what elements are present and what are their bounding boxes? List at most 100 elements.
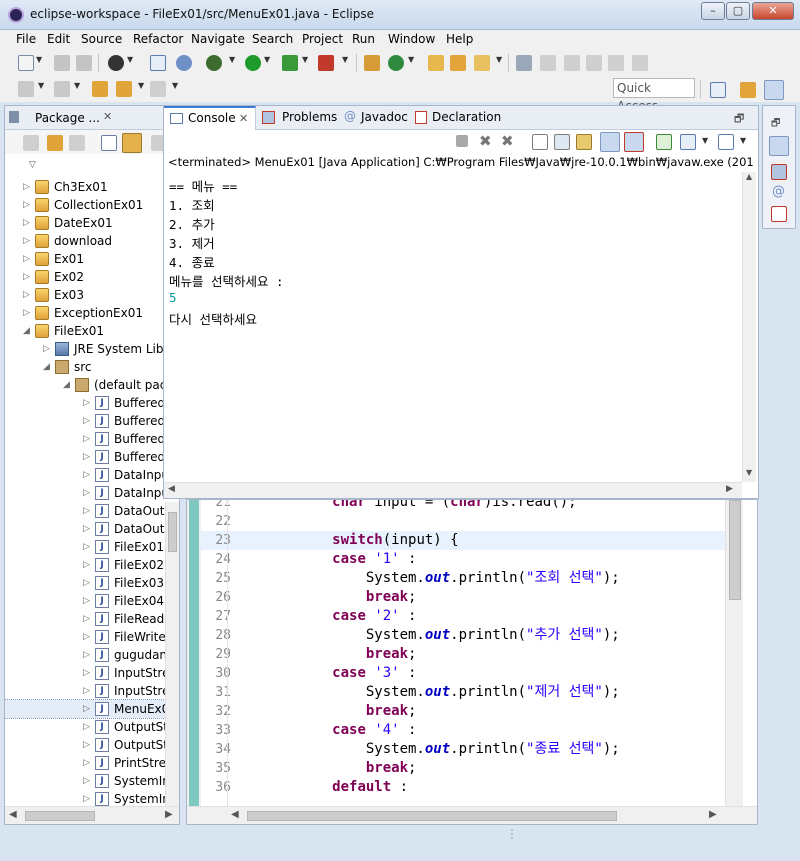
status-bar-handle[interactable]: ⋮ (506, 828, 518, 840)
tree-item[interactable]: ▷ J InputStre (5, 682, 165, 700)
new-class-dropdown-icon[interactable]: ▼ (408, 55, 414, 64)
toggle-mark-icon[interactable] (516, 55, 532, 71)
collapsed-twisty-icon[interactable]: ▷ (83, 646, 90, 664)
code-line[interactable]: 32 break; (201, 702, 725, 721)
code-line[interactable]: 36 default : (201, 778, 725, 797)
skip-breakpoints-icon[interactable] (176, 55, 192, 71)
remove-all-terminated-icon[interactable]: ✖ (501, 132, 514, 150)
tree-item[interactable]: ▷ J DataInpu (5, 484, 165, 502)
display-console-icon[interactable] (680, 134, 696, 150)
next-annotation-dropdown-icon[interactable]: ▼ (38, 81, 44, 90)
tree-item[interactable]: ▷ Ex03 (5, 286, 165, 304)
search-icon[interactable] (474, 55, 490, 71)
collapsed-twisty-icon[interactable]: ▷ (83, 592, 90, 610)
collapsed-twisty-icon[interactable]: ▷ (83, 484, 90, 502)
tab-console[interactable]: Console ✕ (164, 106, 256, 130)
back-dropdown-icon[interactable]: ▼ (138, 81, 144, 90)
clear-console-icon[interactable] (532, 134, 548, 150)
scroll-thumb[interactable] (729, 500, 741, 600)
declaration-icon[interactable] (771, 206, 787, 222)
collapsed-twisty-icon[interactable]: ▷ (83, 790, 90, 806)
scroll-left-icon[interactable]: ◀ (9, 809, 17, 820)
new-dropdown-icon[interactable]: ▼ (36, 55, 42, 64)
menu-edit[interactable]: Edit (47, 32, 70, 46)
show-on-stdout-icon[interactable] (600, 132, 620, 152)
open-console-icon[interactable] (718, 134, 734, 150)
collapsed-twisty-icon[interactable]: ▷ (83, 466, 90, 484)
tab-problems[interactable]: Problems (282, 110, 337, 124)
tree-vertical-scrollbar[interactable] (165, 502, 179, 806)
tree-item[interactable]: ▷ J SystemIn (5, 772, 165, 790)
collapsed-twisty-icon[interactable]: ▷ (83, 538, 90, 556)
tree-item[interactable]: ▷ Ex02 (5, 268, 165, 286)
code-line[interactable]: 27 case '2' : (201, 607, 725, 626)
collapsed-twisty-icon[interactable]: ▷ (83, 394, 90, 412)
tree-item[interactable]: ▷ download (5, 232, 165, 250)
tree-item[interactable]: ▷ Jgugudan (5, 646, 165, 664)
tree-item[interactable]: ◢ FileEx01 (5, 322, 165, 340)
link-with-editor-icon[interactable] (122, 133, 142, 153)
scroll-lock-icon[interactable] (554, 134, 570, 150)
editor-vertical-scrollbar[interactable] (725, 500, 743, 806)
menu-search[interactable]: Search (252, 32, 293, 46)
back-icon[interactable] (23, 135, 39, 151)
word-wrap-icon[interactable] (586, 55, 602, 71)
console-view-icon[interactable] (150, 55, 166, 71)
expanded-twisty-icon[interactable]: ◢ (63, 376, 70, 394)
collapsed-twisty-icon[interactable]: ▷ (83, 718, 90, 736)
package-explorer-tab[interactable]: Package ... (35, 111, 100, 125)
coverage-dropdown-icon[interactable]: ▼ (302, 55, 308, 64)
tree-item[interactable]: ▷ Ch3Ex01 (5, 178, 165, 196)
run-icon[interactable] (245, 55, 261, 71)
tree-item[interactable]: ▷ J Buffered (5, 412, 165, 430)
maximize-button[interactable]: ▢ (726, 2, 750, 20)
collapsed-twisty-icon[interactable]: ▷ (83, 610, 90, 628)
code-line[interactable]: 34 System.out.println("종료 선택"); (201, 740, 725, 759)
save-icon[interactable] (54, 55, 70, 71)
java-perspective-icon[interactable] (764, 80, 784, 100)
tree-item[interactable]: ▷ J FileWriter (5, 628, 165, 646)
collapse-all-icon[interactable] (101, 135, 117, 151)
collapsed-twisty-icon[interactable]: ▷ (83, 628, 90, 646)
prev-annotation-dropdown-icon[interactable]: ▼ (74, 81, 80, 90)
search-dropdown-icon[interactable]: ▼ (496, 55, 502, 64)
code-line[interactable]: 35 break; (201, 759, 725, 778)
tree-item[interactable]: ▷ J Buffered (5, 430, 165, 448)
scroll-right-icon[interactable]: ▶ (709, 809, 717, 820)
tree-item[interactable]: ▷ J FileEx01. (5, 538, 165, 556)
collapsed-twisty-icon[interactable]: ▷ (83, 412, 90, 430)
tab-javadoc[interactable]: Javadoc (361, 110, 408, 124)
debug-icon[interactable] (206, 55, 222, 71)
scroll-thumb[interactable] (168, 512, 177, 552)
scroll-left-icon[interactable]: ◀ (168, 484, 175, 494)
collapsed-twisty-icon[interactable]: ▷ (23, 286, 30, 304)
external-tools-dropdown-icon[interactable]: ▼ (342, 55, 348, 64)
tree-item[interactable]: ▷ ExceptionEx01 (5, 304, 165, 322)
code-line[interactable]: 30 case '3' : (201, 664, 725, 683)
code-line[interactable]: 26 break; (201, 588, 725, 607)
open-task-icon[interactable] (450, 55, 466, 71)
collapsed-twisty-icon[interactable]: ▷ (83, 520, 90, 538)
menu-refactor[interactable]: Refactor (133, 32, 183, 46)
tree-item[interactable]: ▷ CollectionEx01 (5, 196, 165, 214)
new-java-project-icon[interactable] (364, 55, 380, 71)
tree-item[interactable]: ▷ J Buffered (5, 394, 165, 412)
code-line[interactable]: 24 case '1' : (201, 550, 725, 569)
collapsed-twisty-icon[interactable]: ▷ (83, 556, 90, 574)
collapsed-twisty-icon[interactable]: ▷ (23, 196, 30, 214)
scroll-left-icon[interactable]: ◀ (231, 809, 239, 820)
tree-item[interactable]: ▷ J SystemIn (5, 790, 165, 806)
open-perspective-icon[interactable] (710, 82, 726, 98)
close-button[interactable]: ✕ (752, 2, 794, 20)
pin-console-icon[interactable] (656, 134, 672, 150)
tree-item[interactable]: ▷ J InputStre (5, 664, 165, 682)
scroll-thumb[interactable] (25, 811, 95, 821)
restore-icon[interactable]: 🗗 (771, 116, 780, 133)
tree-item[interactable]: ▷ J DataOutp (5, 520, 165, 538)
chevron-down-icon[interactable]: ▽ (29, 160, 36, 170)
code-line[interactable]: 21 char input = (char)is.read(); (201, 500, 725, 512)
prev-annotation-icon[interactable] (54, 81, 70, 97)
coverage-icon[interactable] (282, 55, 298, 71)
console-vertical-scrollbar[interactable]: ▲ ▼ (742, 172, 756, 482)
code-line[interactable]: 22 (201, 512, 725, 531)
